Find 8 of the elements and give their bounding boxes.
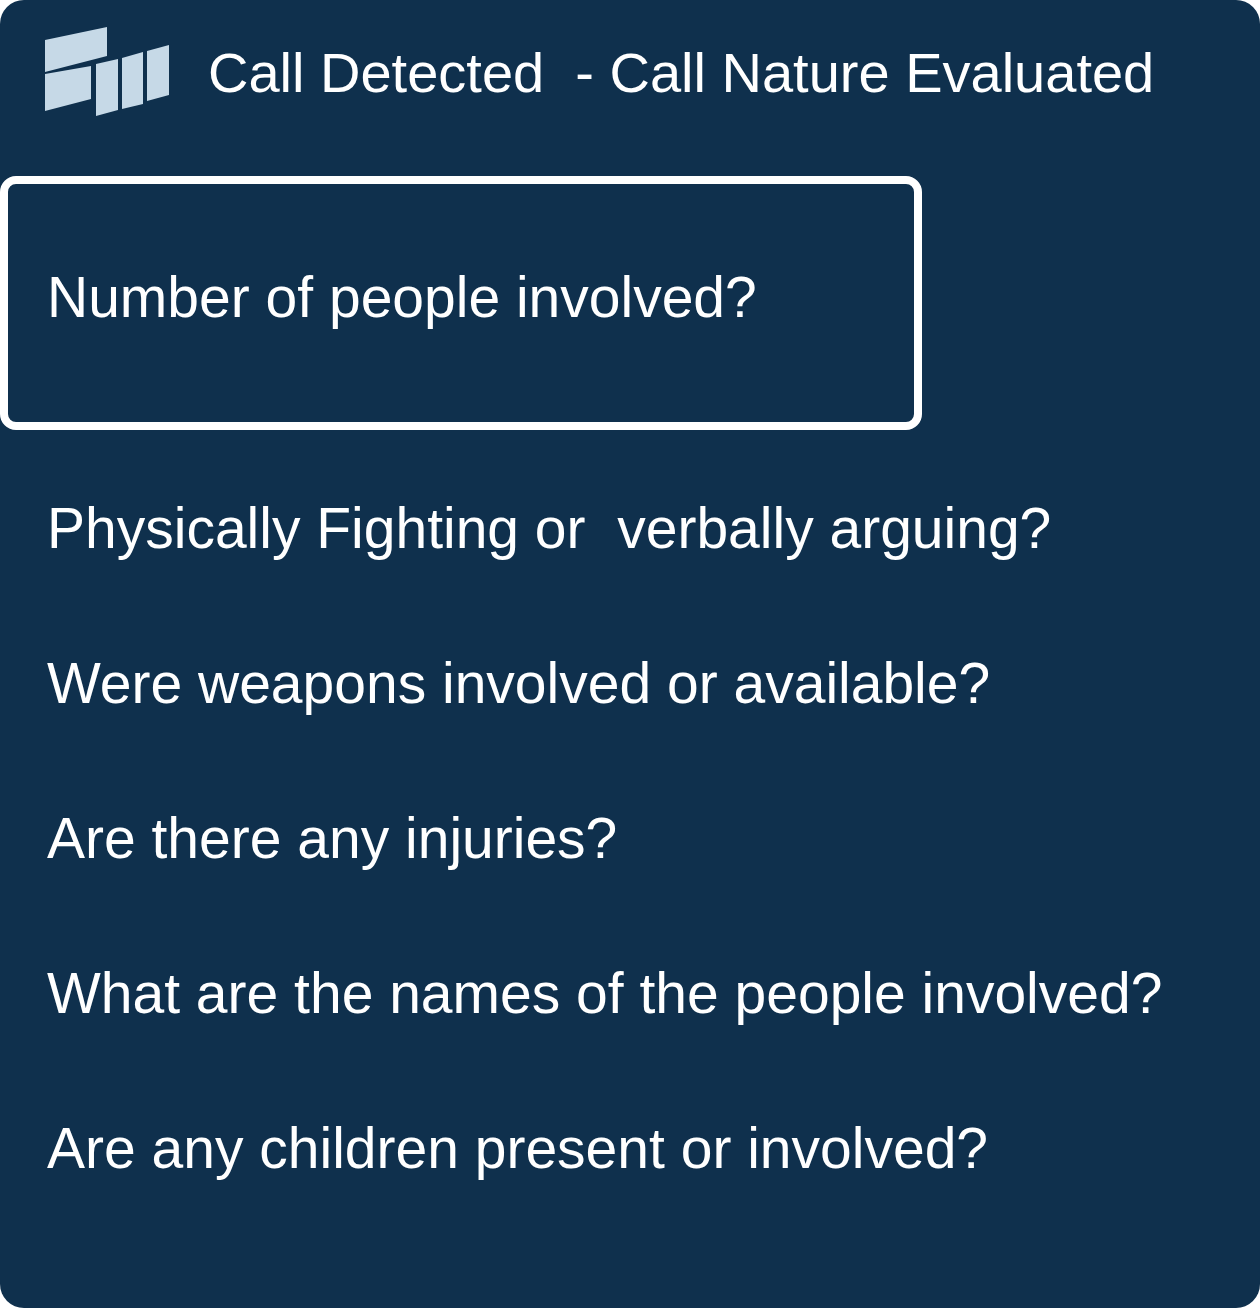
panel-title: Call Detected - Call Nature Evaluated (208, 40, 1155, 106)
question-item[interactable]: Are there any injuries? (0, 760, 1260, 915)
question-item[interactable]: What are the names of the people involved? (0, 915, 1260, 1070)
question-item[interactable]: Are any children present or involved? (0, 1070, 1260, 1225)
question-item[interactable]: Were weapons involved or available? (0, 605, 1260, 760)
logo-icon (45, 27, 171, 119)
question-item[interactable]: Number of people involved? (0, 176, 922, 430)
question-item[interactable]: Physically Fighting or verbally arguing? (0, 450, 1260, 605)
